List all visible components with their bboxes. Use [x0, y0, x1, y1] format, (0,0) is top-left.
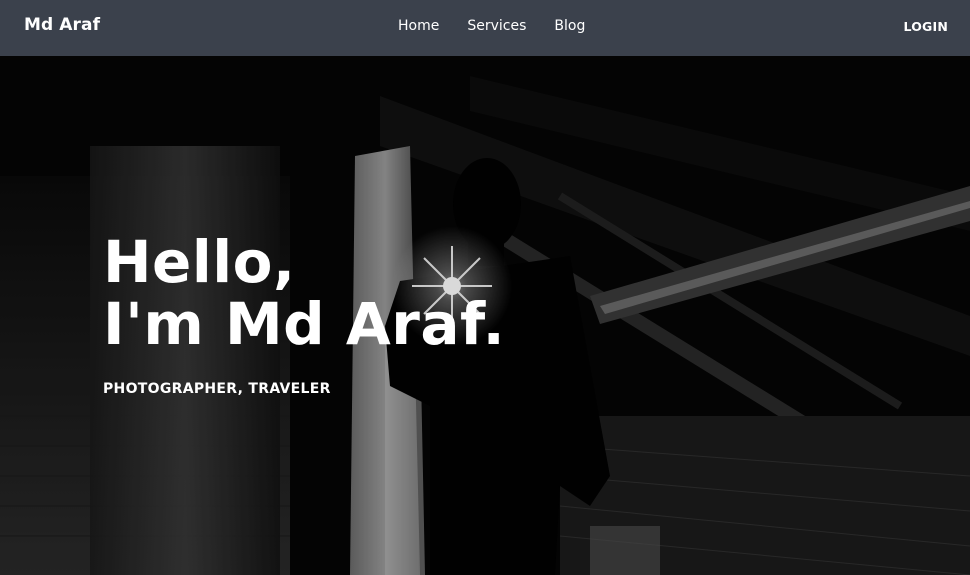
brand-logo[interactable]: Md Araf — [24, 15, 100, 35]
nav-link-home[interactable]: Home — [398, 18, 439, 34]
nav-link-services[interactable]: Services — [467, 18, 526, 34]
hero-text-block: Hello, I'm Md Araf. PHOTOGRAPHER, TRAVEL… — [103, 231, 505, 397]
hero-subtitle: PHOTOGRAPHER, TRAVELER — [103, 381, 331, 397]
nav-link-blog[interactable]: Blog — [554, 18, 585, 34]
top-navbar: Md Araf Home Services Blog LOGIN — [0, 0, 970, 56]
hero-headline: Hello, I'm Md Araf. — [103, 231, 505, 355]
hero-section: Hello, I'm Md Araf. PHOTOGRAPHER, TRAVEL… — [0, 56, 970, 575]
headline-line-2: I'm Md Araf. — [103, 290, 506, 358]
login-button[interactable]: LOGIN — [903, 19, 948, 34]
main-nav: Home Services Blog — [398, 18, 613, 34]
headline-line-1: Hello, — [103, 228, 296, 296]
